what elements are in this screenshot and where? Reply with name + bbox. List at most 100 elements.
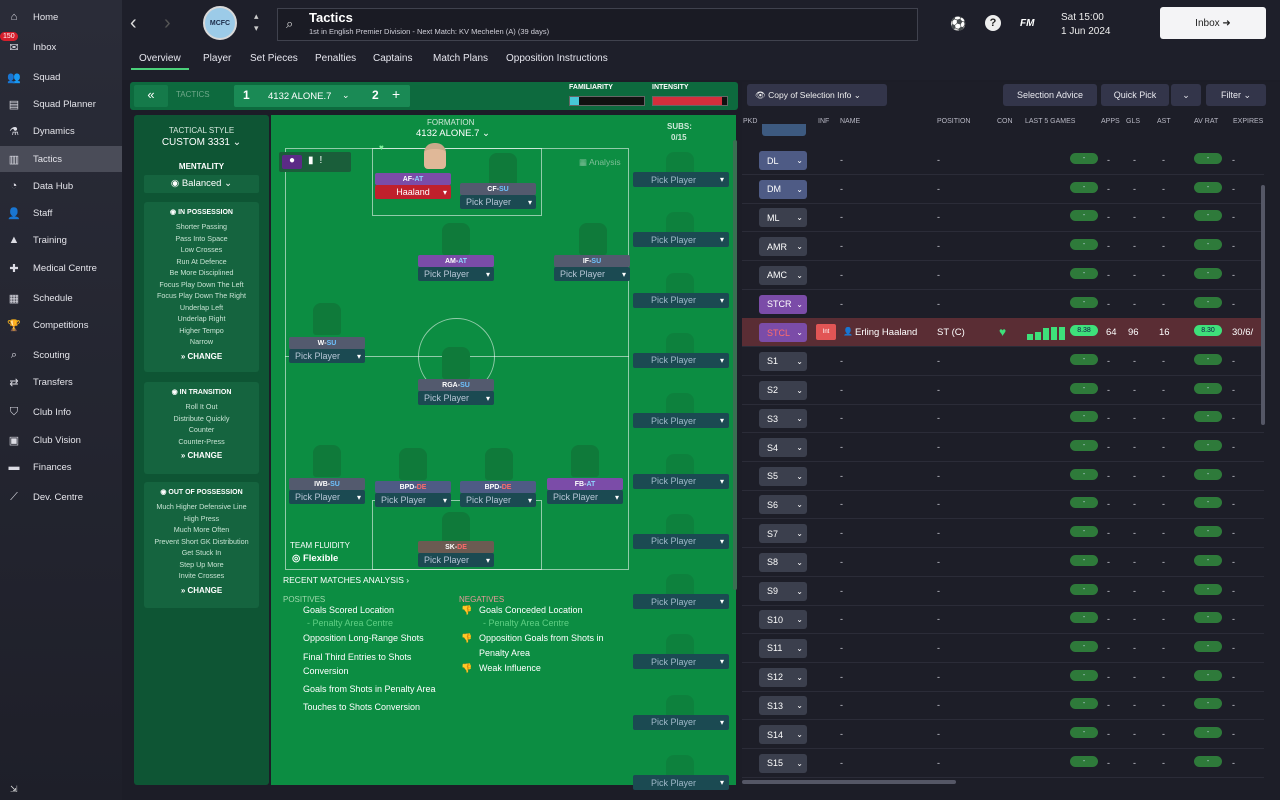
position-slot-dropdown[interactable]: S10 ⌄ (759, 610, 807, 630)
position-slot-dropdown[interactable]: S9 ⌄ (759, 581, 807, 601)
role-label[interactable]: BPD - DE (375, 481, 451, 493)
analysis-button[interactable]: ▦ Analysis (579, 157, 621, 168)
position-slot-dropdown[interactable]: S12 ⌄ (759, 667, 807, 687)
sidebar-item-club-vision[interactable]: ▣ Club Vision (0, 427, 122, 453)
table-row[interactable]: STCR ⌄ - - - - - - - - (742, 290, 1264, 319)
quick-pick-chevron-icon[interactable]: ⌄ (1171, 84, 1201, 106)
table-row[interactable]: S2 ⌄ - - - - - - - - (742, 376, 1264, 405)
position-slot-dropdown[interactable]: S7 ⌄ (759, 524, 807, 544)
role-label[interactable]: RGA - SU (418, 379, 494, 391)
role-label[interactable]: IWB - SU (289, 478, 365, 490)
sub-player-select[interactable]: Pick Player (633, 413, 729, 429)
position-slot-dropdown[interactable]: S15 ⌄ (759, 753, 807, 773)
ball-icon[interactable]: ⚽ (950, 16, 966, 32)
position-slot-dropdown[interactable]: S5 ⌄ (759, 466, 807, 486)
role-label[interactable]: FB - AT (547, 478, 623, 490)
sidebar-item-squad[interactable]: 👥 Squad (0, 64, 122, 90)
sidebar-item-scouting[interactable]: ⌕ Scouting (0, 342, 122, 368)
sidebar-item-tactics[interactable]: ▥ Tactics (0, 146, 122, 172)
position-slot-dropdown[interactable]: S8 ⌄ (759, 552, 807, 572)
table-row[interactable]: S7 ⌄ - - - - - - - - (742, 519, 1264, 549)
role-label[interactable]: BPD - DE (460, 481, 536, 493)
sidebar-item-data-hub[interactable]: ◔ Data Hub (0, 173, 122, 199)
table-row[interactable]: S13 ⌄ - - - - - - - - (742, 691, 1264, 721)
tab-set-pieces[interactable]: Set Pieces (250, 53, 298, 64)
mentality-selector[interactable]: ◉ Balanced ⌄ (144, 175, 259, 193)
player-select[interactable]: Pick Player (418, 267, 494, 281)
sidebar-item-inbox[interactable]: ✉ Inbox 150 (0, 32, 122, 60)
sub-player-select[interactable]: Pick Player (633, 292, 729, 308)
position-slot-dropdown[interactable]: ML ⌄ (759, 208, 807, 228)
date-display[interactable]: Sat 15:00 1 Jun 2024 (1061, 11, 1111, 39)
position-slot-dropdown[interactable]: S13 ⌄ (759, 696, 807, 716)
table-row[interactable]: DL ⌄ - - - - - - - - (742, 146, 1264, 175)
sidebar-item-medical-centre[interactable]: ✚ Medical Centre (0, 255, 122, 281)
player-select[interactable]: Pick Player (460, 493, 536, 507)
table-row[interactable]: AMR ⌄ - - - - - - - - (742, 232, 1264, 262)
sub-player-select[interactable]: Pick Player (633, 352, 729, 368)
sub-player-select[interactable]: Pick Player (633, 775, 729, 790)
copy-selection-dropdown[interactable]: 👁 Copy of Selection Info ⌄ (747, 84, 887, 106)
position-slot-dropdown[interactable]: AMC ⌄ (759, 265, 807, 285)
role-label[interactable]: AF - AT (375, 173, 451, 185)
club-crest[interactable]: MCFC (203, 6, 237, 40)
inbox-button[interactable]: Inbox ➜ (1160, 7, 1266, 39)
sub-player-select[interactable]: Pick Player (633, 654, 729, 670)
sidebar-item-schedule[interactable]: ▦ Schedule (0, 285, 122, 311)
player-select[interactable]: Pick Player (460, 195, 536, 209)
collapse-icon[interactable]: « (134, 85, 168, 107)
position-slot-dropdown[interactable]: DL ⌄ (759, 151, 807, 170)
position-slot-dropdown[interactable]: STCR ⌄ (759, 294, 807, 314)
sub-player-select[interactable]: Pick Player (633, 232, 729, 248)
tactical-style-selector[interactable]: CUSTOM 3331 ⌄ (134, 137, 269, 148)
help-icon[interactable]: ? (985, 15, 1001, 31)
role-label[interactable]: IF - SU (554, 255, 630, 267)
position-slot-dropdown[interactable]: S2 ⌄ (759, 380, 807, 400)
tab-opposition-instructions[interactable]: Opposition Instructions (506, 53, 608, 64)
back-icon[interactable]: ‹ (130, 12, 137, 35)
role-label[interactable]: AM - AT (418, 255, 494, 267)
sub-player-select[interactable]: Pick Player (633, 172, 729, 187)
position-slot-dropdown[interactable]: S11 ⌄ (759, 638, 807, 658)
player-portrait[interactable] (424, 143, 446, 169)
tab-captains[interactable]: Captains (373, 53, 412, 64)
in-possession-change-button[interactable]: » CHANGE (144, 352, 259, 361)
table-row[interactable]: S9 ⌄ - - - - - - - - (742, 577, 1264, 606)
position-slot-dropdown[interactable]: S1 ⌄ (759, 351, 807, 371)
position-slot-dropdown[interactable]: S4 ⌄ (759, 438, 807, 457)
player-view-icon[interactable]: ● (282, 155, 302, 169)
table-row[interactable]: ML ⌄ - - - - - - - - (742, 203, 1264, 233)
formation-selector[interactable]: 4132 ALONE.7 ⌄ (416, 128, 490, 139)
tab-player[interactable]: Player (203, 53, 231, 64)
sidebar-item-competitions[interactable]: 🏆 Competitions (0, 312, 122, 338)
sidebar-item-training[interactable]: ▲ Training (0, 227, 122, 253)
role-label[interactable]: W - SU (289, 337, 365, 349)
fm-logo[interactable]: FM (1020, 18, 1034, 29)
tactic-2-selector[interactable]: 2 + (366, 85, 410, 107)
sidebar-item-squad-planner[interactable]: ▤ Squad Planner (0, 91, 122, 117)
chart-view-icon[interactable]: ▮ (308, 155, 314, 169)
exit-icon[interactable]: ⇲ (10, 784, 18, 795)
table-row[interactable]: S10 ⌄ - - - - - - - - (742, 605, 1264, 635)
table-row[interactable]: S8 ⌄ - - - - - - - - (742, 548, 1264, 577)
table-row[interactable]: S3 ⌄ - - - - - - - - (742, 404, 1264, 434)
table-row[interactable]: S1 ⌄ - - - - - - - - (742, 347, 1264, 376)
subs-scrollbar[interactable] (733, 140, 737, 590)
position-slot-dropdown[interactable]: AMR ⌄ (759, 237, 807, 257)
out-of-possession-box[interactable]: ◉ OUT OF POSSESSION Much Higher Defensiv… (144, 482, 259, 608)
search-box[interactable]: ⌕ (277, 8, 918, 41)
tab-match-plans[interactable]: Match Plans (433, 53, 488, 64)
position-slot-dropdown[interactable]: S6 ⌄ (759, 495, 807, 515)
role-label[interactable]: CF - SU (460, 183, 536, 195)
player-select[interactable]: Pick Player (289, 490, 365, 504)
position-slot-dropdown[interactable]: S3 ⌄ (759, 409, 807, 429)
role-label[interactable]: SK - DE (418, 541, 494, 553)
player-select[interactable]: Pick Player (547, 490, 623, 504)
quick-pick-button[interactable]: Quick Pick (1101, 84, 1169, 106)
sub-player-select[interactable]: Pick Player (633, 473, 729, 489)
table-row[interactable]: S12 ⌄ - - - - - - - - (742, 663, 1264, 692)
tab-penalties[interactable]: Penalties (315, 53, 356, 64)
club-switch-icon[interactable]: ▴ ▾ (254, 10, 259, 34)
sub-player-select[interactable]: Pick Player (633, 714, 729, 730)
in-transition-box[interactable]: ◉ IN TRANSITION Roll It Out Distribute Qu… (144, 382, 259, 474)
